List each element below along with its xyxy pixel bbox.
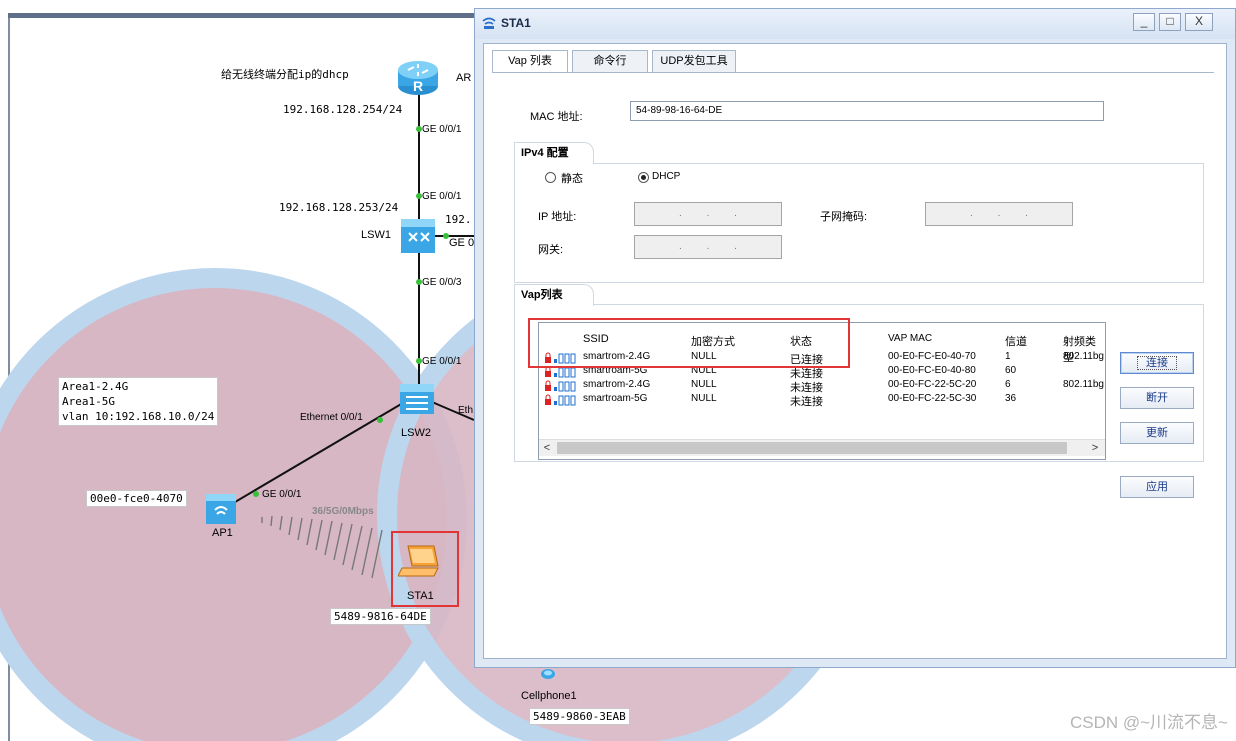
- tab-vap-list[interactable]: Vap 列表: [492, 50, 568, 73]
- static-radio[interactable]: [545, 172, 556, 183]
- vap-group-title: Vap列表: [514, 284, 594, 306]
- port-label: Ethernet 0/0/1: [300, 412, 363, 423]
- lsw1-ip-label: 192.168.128.253/24: [279, 201, 399, 214]
- ipv4-group-title: IPv4 配置: [514, 142, 594, 164]
- gateway-label: 网关:: [538, 244, 564, 256]
- wifi-station-icon: [482, 17, 496, 29]
- refresh-button[interactable]: 更新: [1120, 422, 1194, 444]
- switch-lsw1-icon[interactable]: [395, 215, 441, 257]
- ip-address-label: IP 地址:: [538, 211, 577, 223]
- static-radio-label: 静态: [561, 173, 583, 185]
- window-titlebar[interactable]: STA1 _ □ X: [475, 9, 1235, 39]
- connect-button[interactable]: 连接: [1120, 352, 1194, 374]
- cell-enc: NULL: [691, 393, 717, 404]
- cell-enc: NULL: [691, 379, 717, 390]
- scroll-left-button[interactable]: <: [539, 440, 555, 456]
- sta1-mac-label: 5489-9816-64DE: [330, 608, 431, 625]
- mac-address-label: MAC 地址:: [530, 111, 583, 123]
- router-name-label: AR: [456, 72, 472, 84]
- cell-mac: 00-E0-FC-22-5C-20: [888, 379, 977, 390]
- table-row[interactable]: smartrom-2.4G NULL 未连接 00-E0-FC-22-5C-20 6 80…: [539, 379, 1105, 394]
- sta1-config-window: STA1 _ □ X Vap 列表 命令行 UDP发包工具 MAC 地址: 54…: [474, 8, 1236, 668]
- cellphone-icon[interactable]: [540, 668, 556, 680]
- cell-mac: 00-E0-FC-E0-40-80: [888, 365, 976, 376]
- cell-channel: 6: [1005, 379, 1011, 390]
- area-note: Area1-2.4G Area1-5G vlan 10:192.168.10.0…: [58, 377, 219, 426]
- lsw1-name-label: LSW1: [361, 229, 391, 241]
- tab-command-line[interactable]: 命令行: [572, 50, 648, 72]
- cell-channel: 36: [1005, 393, 1017, 404]
- table-row[interactable]: smartroam-5G NULL 未连接 00-E0-FC-22-5C-30 36: [539, 393, 1105, 408]
- subnet-mask-field[interactable]: . . .: [925, 202, 1073, 226]
- port-label: GE 0/0/1: [422, 191, 462, 202]
- ap1-name-label: AP1: [212, 527, 233, 539]
- cell-status: 未连接: [790, 396, 823, 408]
- port-label: GE 0: [449, 237, 475, 249]
- tab-udp-tool[interactable]: UDP发包工具: [652, 50, 736, 72]
- router-ip-label: 192.168.128.254/24: [283, 103, 403, 116]
- ap1-mac-label: 00e0-fce0-4070: [86, 490, 187, 507]
- lock-signal-icon: [543, 380, 581, 392]
- cell-ssid: smartrom-2.4G: [583, 379, 651, 390]
- cellphone-mac-label: 5489-9860-3EAB: [529, 708, 630, 725]
- lsw1-ip-partial-label: 192.: [445, 213, 472, 226]
- cell-radio: 802.11bg: [1063, 351, 1104, 362]
- window-client-area: Vap 列表 命令行 UDP发包工具 MAC 地址: 54-89-98-16-6…: [483, 43, 1227, 659]
- cell-ssid: smartroam-5G: [583, 393, 648, 404]
- cell-radio: 802.11bg: [1063, 379, 1104, 390]
- cellphone-name-label: Cellphone1: [521, 690, 577, 702]
- subnet-mask-label: 子网掩码:: [820, 211, 868, 223]
- cell-mac: 00-E0-FC-E0-40-70: [888, 351, 976, 362]
- ap1-icon[interactable]: [202, 490, 242, 528]
- lsw2-name-label: LSW2: [401, 427, 431, 439]
- router-note-label: 给无线终端分配ip的dhcp: [221, 68, 349, 81]
- port-label: GE 0/0/1: [422, 124, 462, 135]
- sta1-highlight: [391, 531, 459, 607]
- dhcp-radio[interactable]: [638, 172, 649, 183]
- col-channel[interactable]: 信道: [1005, 333, 1027, 349]
- apply-button[interactable]: 应用: [1120, 476, 1194, 498]
- window-title: STA1: [501, 16, 531, 30]
- cell-mac: 00-E0-FC-22-5C-30: [888, 393, 977, 404]
- dhcp-radio-label: DHCP: [652, 171, 681, 182]
- gateway-field[interactable]: . . .: [634, 235, 782, 259]
- svg-text:R: R: [413, 78, 423, 94]
- connected-row-highlight: [528, 318, 850, 368]
- disconnect-button[interactable]: 断开: [1120, 387, 1194, 409]
- port-label: GE 0/0/1: [262, 489, 302, 500]
- watermark: CSDN @~川流不息~: [1069, 713, 1228, 732]
- lock-signal-icon: [543, 394, 581, 406]
- minimize-button[interactable]: _: [1133, 13, 1155, 31]
- port-label: GE 0/0/3: [422, 277, 462, 288]
- port-label: Eth: [458, 405, 474, 416]
- cell-channel: 1: [1005, 351, 1011, 362]
- mac-address-field[interactable]: 54-89-98-16-64-DE: [630, 101, 1104, 121]
- maximize-button[interactable]: □: [1159, 13, 1181, 31]
- cell-channel: 60: [1005, 365, 1017, 376]
- port-label: GE 0/0/1: [422, 356, 462, 367]
- horizontal-scrollbar[interactable]: < >: [539, 439, 1105, 456]
- wireless-link-label: 36/5G/0Mbps: [312, 506, 374, 517]
- router-icon[interactable]: R: [396, 58, 440, 98]
- switch-lsw2-icon[interactable]: [394, 380, 440, 422]
- close-button[interactable]: X: [1185, 13, 1213, 31]
- scroll-right-button[interactable]: >: [1087, 440, 1103, 456]
- scroll-thumb[interactable]: [557, 442, 1067, 454]
- ip-address-field[interactable]: . . .: [634, 202, 782, 226]
- col-vap-mac[interactable]: VAP MAC: [888, 333, 932, 344]
